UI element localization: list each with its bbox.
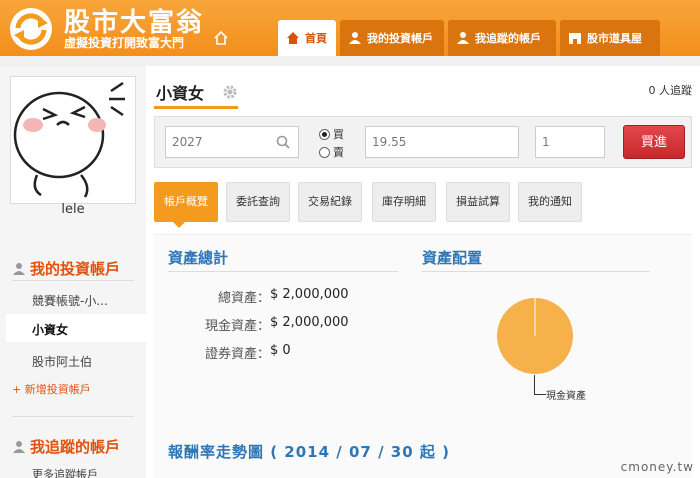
gear-icon[interactable] (222, 84, 238, 100)
asset-total-heading: 資產總計 (168, 249, 229, 267)
add-account-link[interactable]: + 新增投資帳戶 (12, 381, 91, 397)
divider (168, 271, 398, 272)
person-icon (349, 32, 361, 44)
pie-label-connector (534, 375, 546, 395)
small-home-icon (214, 30, 228, 45)
account-title: 小資女 (156, 84, 205, 103)
nav-my-accounts[interactable]: 我的投資帳戶 (340, 20, 444, 56)
nav-my-accounts-label: 我的投資帳戶 (367, 32, 433, 45)
sell-radio-label: 賣 (333, 146, 344, 159)
nav-shop-label: 股市道具屋 (587, 32, 642, 45)
tab-order-query[interactable]: 委託查詢 (226, 182, 290, 222)
watermark: cmoney.tw (620, 460, 694, 474)
radio-checked-icon (319, 128, 330, 140)
asset-allocation-pie (497, 298, 573, 374)
my-accounts-heading-label: 我的投資帳戶 (30, 260, 121, 278)
person-icon (13, 262, 25, 275)
nav-tracked-label: 我追蹤的帳戶 (475, 32, 541, 45)
account-title-underline (154, 106, 238, 109)
my-accounts-heading[interactable]: 我的投資帳戶 (12, 258, 120, 279)
shop-icon (569, 33, 581, 44)
tab-notifications[interactable]: 我的通知 (518, 182, 582, 222)
sidebar-account-atubo[interactable]: 股市阿土伯 (32, 353, 92, 370)
trade-form: 2027 買 賣 19.55 1 買進 (154, 116, 692, 168)
tab-account-overview[interactable]: 帳戶概覽 (154, 182, 218, 222)
sidebar-account-selected-bg (6, 314, 146, 342)
return-trend-heading: 報酬率走勢圖 ( 2014 / 07 / 30 起 ) (168, 443, 450, 461)
brand-slogan: 虛擬投資打開致富大門 (64, 36, 185, 50)
more-tracked-link[interactable]: 更多追蹤帳戶 (32, 466, 98, 478)
total-asset-value: $ 2,000,000 (270, 287, 349, 302)
nav-home[interactable]: 首頁 (278, 20, 336, 56)
avatar-character-icon (13, 81, 125, 198)
overview-panel: 資產總計 資產配置 總資產： $ 2,000,000 現金資產： $ 2,000… (154, 234, 692, 478)
sidebar-account-contest[interactable]: 競賽帳號-小... (32, 292, 108, 309)
nav-shop[interactable]: 股市道具屋 (560, 20, 660, 56)
buy-radio-label: 買 (333, 128, 344, 141)
buy-button[interactable]: 買進 (623, 125, 685, 159)
tracked-accounts-heading[interactable]: 我追蹤的帳戶 (12, 436, 120, 457)
stock-code-value: 2027 (172, 135, 203, 149)
cash-asset-value: $ 2,000,000 (270, 315, 349, 330)
sidebar: lele 我的投資帳戶 競賽帳號-小... 小資女 股市阿土伯 + 新增投資帳戶… (0, 66, 146, 478)
username: lele (61, 202, 85, 217)
avatar[interactable] (10, 76, 136, 204)
asset-alloc-heading: 資產配置 (422, 249, 483, 267)
search-icon[interactable] (276, 135, 290, 149)
active-tab-pointer (173, 222, 185, 228)
person-icon (13, 440, 25, 453)
price-input[interactable]: 19.55 (365, 126, 519, 158)
tab-trade-history[interactable]: 交易紀錄 (298, 182, 362, 222)
tab-inventory[interactable]: 庫存明細 (372, 182, 436, 222)
top-header: 股市大富翁 虛擬投資打開致富大門 首頁 我的投資帳戶 我追蹤的帳戶 股市道具屋 (0, 0, 700, 56)
radio-unchecked-icon (319, 146, 330, 158)
divider (422, 271, 650, 272)
person-icon (457, 32, 469, 44)
follower-count: 0 人追蹤 (648, 84, 693, 97)
home-icon (287, 32, 299, 44)
logo-icon[interactable] (8, 6, 54, 52)
sidebar-account-xiaozinv[interactable]: 小資女 (32, 321, 68, 338)
main-content: 小資女 0 人追蹤 2027 買 賣 19.55 1 買進 帳戶概覽 委託查詢 … (146, 66, 700, 478)
stock-code-input[interactable]: 2027 (165, 126, 299, 158)
divider (12, 416, 134, 417)
nav-tracked-accounts[interactable]: 我追蹤的帳戶 (448, 20, 556, 56)
tracked-accounts-heading-label: 我追蹤的帳戶 (30, 438, 121, 456)
securities-asset-value: $ 0 (270, 343, 291, 358)
pie-cash-label: 現金資產 (546, 391, 586, 402)
tab-profit-calc[interactable]: 損益試算 (446, 182, 510, 222)
nav-home-label: 首頁 (305, 32, 327, 45)
securities-asset-label: 證券資產： (204, 347, 270, 362)
cash-asset-label: 現金資產： (204, 319, 270, 334)
total-asset-label: 總資產： (217, 291, 270, 306)
buy-radio[interactable]: 買 (319, 126, 344, 142)
divider (12, 280, 134, 281)
quantity-input[interactable]: 1 (535, 126, 605, 158)
sell-radio[interactable]: 賣 (319, 144, 344, 160)
